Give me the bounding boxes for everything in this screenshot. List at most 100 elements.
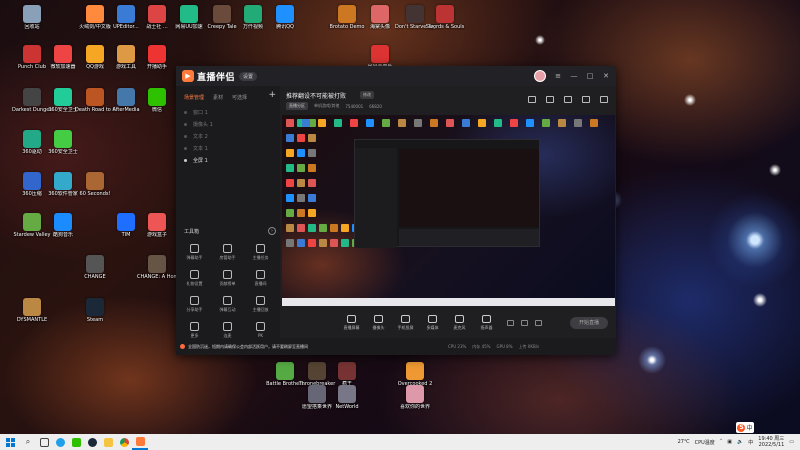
preview-tile — [297, 149, 305, 157]
desktop-icon[interactable]: Swords & Souls — [426, 5, 464, 30]
screen-capture-button[interactable]: 直播屏幕 — [338, 315, 365, 331]
desktop-icon[interactable]: DYSMANTLE — [15, 298, 49, 323]
search-icon[interactable]: ⌕ — [20, 434, 36, 450]
toolbox-item[interactable]: 主播任务 — [244, 244, 277, 261]
room-title[interactable]: 推荐翻设不可能被打败 — [286, 91, 346, 100]
wechat-icon[interactable] — [68, 434, 84, 450]
task-view-icon[interactable] — [36, 434, 52, 450]
desktop-icon[interactable]: 海棠头像 — [363, 5, 397, 30]
multimedia-button[interactable]: 多媒体 — [419, 315, 446, 331]
desktop-icon-label: 酷狗音乐 — [52, 232, 73, 238]
desktop-icon[interactable]: 疯王 — [330, 362, 364, 387]
toolbox-item[interactable]: 连麦 — [211, 322, 244, 339]
maximize-icon[interactable]: □ — [586, 72, 594, 80]
preview-tile — [318, 119, 326, 127]
phone-icon — [401, 315, 410, 323]
speaker-button[interactable]: 扬声器 — [473, 315, 500, 331]
desktop-icon[interactable]: 酷狗音乐 — [46, 213, 80, 238]
microphone-button[interactable]: 麦克风 — [446, 315, 473, 331]
toolbox-settings-icon[interactable]: › — [268, 227, 276, 235]
live-preview[interactable] — [282, 115, 615, 306]
edit-title-button[interactable]: 修改 — [360, 91, 374, 99]
visibility-icon[interactable] — [184, 122, 187, 126]
steam-icon[interactable] — [84, 434, 100, 450]
app-icon — [244, 5, 262, 23]
volume-icon[interactable]: 🔈 — [737, 439, 743, 445]
desktop-icon[interactable]: Steam — [78, 298, 112, 323]
tab-scenes[interactable]: 场景管理 — [184, 94, 204, 101]
visibility-icon[interactable] — [184, 110, 187, 114]
preview-tile — [478, 119, 486, 127]
share-icon[interactable] — [600, 96, 608, 103]
edge-icon[interactable] — [52, 434, 68, 450]
menu-icon[interactable]: ≡ — [554, 72, 562, 80]
tool-icon — [256, 322, 265, 331]
desktop-icon[interactable]: 喜欢你的世界 — [398, 385, 432, 410]
scene-item[interactable]: 文本 2 — [176, 130, 280, 142]
camera-button[interactable]: 摄像头 — [365, 315, 392, 331]
toolbox-item[interactable]: 主播回放 — [244, 296, 277, 313]
phone-cast-button[interactable]: 手机投屏 — [392, 315, 419, 331]
toolbox-item[interactable]: 更多 — [178, 322, 211, 339]
tool-label: 房管助手 — [219, 255, 236, 260]
visibility-icon[interactable] — [184, 134, 187, 138]
clock[interactable]: 19:40 周三 2022/5/11 — [758, 436, 784, 448]
toolbox-item[interactable]: 礼物设置 — [178, 270, 211, 287]
user-avatar[interactable] — [534, 70, 546, 82]
video-icon[interactable] — [507, 320, 514, 326]
desktop-icon[interactable]: 网易UU加速 — [172, 5, 206, 30]
network-icon[interactable]: ▣ — [727, 439, 732, 445]
screenshot-icon[interactable] — [564, 96, 572, 103]
start-live-button[interactable]: 开始直播 — [570, 317, 608, 329]
desktop-icon[interactable]: CHANGE — [78, 255, 112, 280]
desktop-icon[interactable]: 360安全卫士 — [46, 130, 80, 155]
close-icon[interactable]: ✕ — [602, 72, 610, 80]
desktop-icon[interactable]: 微信 — [140, 88, 174, 113]
beauty-icon[interactable] — [521, 320, 528, 326]
desktop-icon[interactable]: Overcooked 2 — [398, 362, 432, 387]
desktop-icon[interactable]: NetWorld — [330, 385, 364, 410]
folder-icon[interactable] — [100, 434, 116, 450]
desktop-icon[interactable]: 游戏盒子 — [140, 213, 174, 238]
window-titlebar[interactable]: ▶ 直播伴侣 设置 ≡ — □ ✕ — [176, 66, 616, 86]
desktop-icon[interactable]: 开播助手 — [140, 45, 174, 70]
ime-toolbar[interactable]: S 中 — [736, 422, 754, 433]
desktop-icon[interactable]: 回收站 — [15, 5, 49, 30]
layout-icon[interactable] — [528, 96, 536, 103]
scene-item[interactable]: 摄像头 1 — [176, 118, 280, 130]
visibility-icon[interactable] — [184, 146, 187, 150]
scene-item[interactable]: 窗口 1 — [176, 106, 280, 118]
desktop-icon[interactable]: 60 Seconds! — [78, 172, 112, 197]
settings-pill[interactable]: 设置 — [239, 71, 258, 81]
taskbar: ⌕ 27℃ CPU温度 ˄ ▣ 🔈 中 19:40 周三 2022/5/11 ▭ — [0, 434, 800, 450]
scene-item[interactable]: 文本 1 — [176, 142, 280, 154]
minimize-icon[interactable]: — — [570, 72, 578, 80]
chevron-up-icon[interactable]: ˄ — [720, 439, 723, 445]
scene-item[interactable]: 全屏 1 — [176, 154, 280, 166]
notification-center-icon[interactable]: ▭ — [789, 439, 794, 445]
visibility-icon[interactable] — [184, 158, 187, 162]
notice-bar: 全国防沉迷，短期内请确保公会内部活跃用户，请不要刷屏至直播间 — [176, 338, 616, 355]
live-app-icon[interactable] — [132, 434, 148, 450]
start-button[interactable] — [0, 434, 20, 450]
chrome-icon[interactable] — [116, 434, 132, 450]
category-tag[interactable]: 直播分区 — [286, 102, 308, 110]
desktop-icon[interactable]: Brotato Demo — [330, 5, 364, 30]
desktop-icon[interactable]: CHANGE: A Homeless... — [137, 255, 177, 280]
toolbox-item[interactable]: PK — [244, 322, 277, 339]
toolbox-item[interactable]: 贡献榜单 — [211, 270, 244, 287]
toolbox-item[interactable]: 弹幕助手 — [178, 244, 211, 261]
toolbox-item[interactable]: 弹幕互动 — [211, 296, 244, 313]
add-scene-icon[interactable]: + — [268, 90, 276, 100]
toolbox-item[interactable]: 直播间 — [244, 270, 277, 287]
tab-optional[interactable]: 可选择 — [232, 94, 247, 101]
notification-icon[interactable] — [582, 96, 590, 103]
ime-indicator[interactable]: 中 — [748, 439, 753, 446]
toolbox-item[interactable]: 房管助手 — [211, 244, 244, 261]
record-icon[interactable] — [546, 96, 554, 103]
tab-assets[interactable]: 素材 — [213, 94, 223, 101]
gear-icon[interactable] — [535, 320, 542, 326]
tool-icon — [190, 322, 199, 331]
desktop-icon[interactable]: 腾讯QQ — [268, 5, 302, 30]
toolbox-item[interactable]: 分享助手 — [178, 296, 211, 313]
